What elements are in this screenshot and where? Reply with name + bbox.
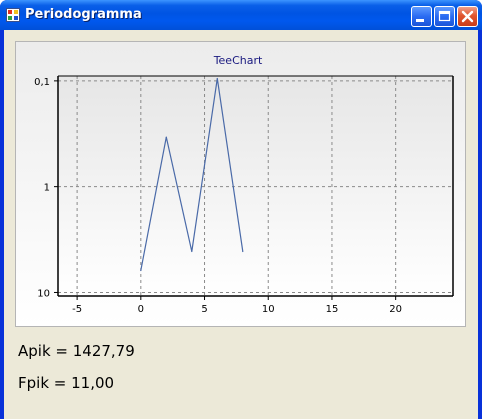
y-tick-label: 1 <box>44 183 50 194</box>
x-tick-label: 5 <box>201 304 207 315</box>
x-tick-label: -5 <box>72 304 82 315</box>
apik-label: Apik = 1427,79 <box>18 342 135 360</box>
data-point <box>191 250 193 253</box>
data-point <box>216 77 218 80</box>
app-icon <box>6 8 20 22</box>
x-tick-label: 15 <box>326 304 339 315</box>
chart-svg: TeeChart -5 0 5 10 15 20 0,1 1 10 <box>16 42 465 326</box>
y-tick-label: 0,1 <box>34 77 50 88</box>
app-window: Periodogramma TeeChart -5 0 5 10 15 20 0… <box>0 0 482 419</box>
periodogram-chart[interactable]: TeeChart -5 0 5 10 15 20 0,1 1 10 <box>15 41 466 327</box>
data-point <box>242 250 244 253</box>
title-bar[interactable]: Periodogramma <box>0 0 482 30</box>
maximize-button[interactable] <box>434 6 455 27</box>
x-tick-label: 10 <box>262 304 275 315</box>
y-tick-label: 10 <box>37 288 50 299</box>
fpik-label: Fpik = 11,00 <box>18 374 115 392</box>
close-button[interactable] <box>457 6 478 27</box>
data-point <box>165 136 167 138</box>
data-point <box>140 269 142 272</box>
x-tick-label: 20 <box>389 304 402 315</box>
chart-title: TeeChart <box>213 54 263 67</box>
minimize-button[interactable] <box>411 6 432 27</box>
plot-area <box>58 76 453 296</box>
x-tick-label: 0 <box>138 304 144 315</box>
close-icon <box>461 10 474 23</box>
minimize-icon <box>416 19 424 22</box>
maximize-icon <box>438 10 451 22</box>
window-title: Periodogramma <box>25 7 142 22</box>
client-area: TeeChart -5 0 5 10 15 20 0,1 1 10 Apik = 1427,79… <box>4 30 478 419</box>
